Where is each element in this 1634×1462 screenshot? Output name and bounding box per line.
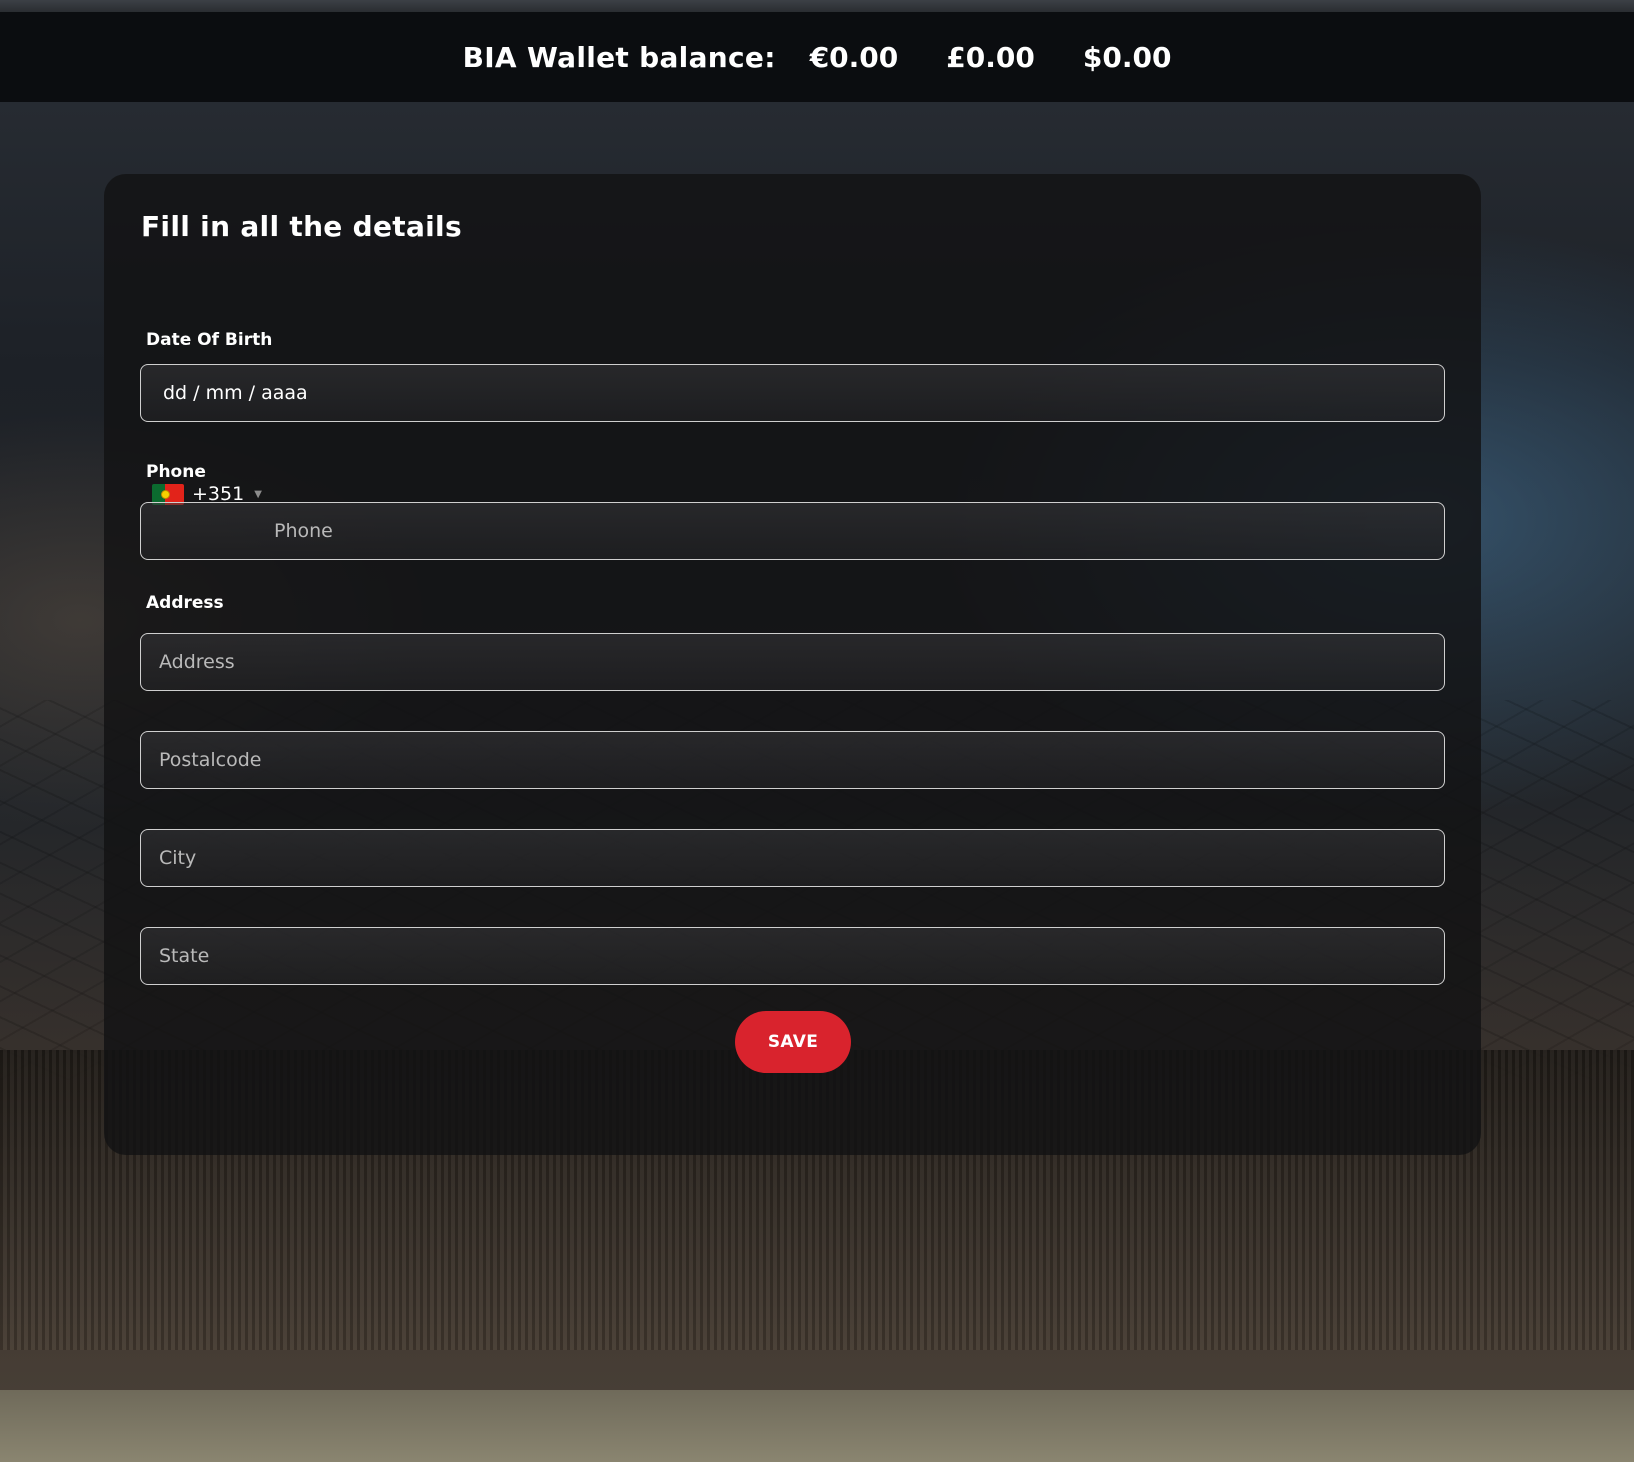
address-label: Address: [146, 593, 224, 613]
wallet-balance-gbp: £0.00: [946, 40, 1035, 74]
state-input[interactable]: State: [140, 927, 1445, 985]
background-top: [0, 0, 1634, 12]
phone-label: Phone: [146, 462, 206, 482]
dob-input[interactable]: dd / mm / aaaa: [140, 364, 1445, 422]
save-button[interactable]: SAVE: [735, 1011, 851, 1073]
phone-input[interactable]: Phone: [140, 502, 1445, 560]
phone-input-placeholder: Phone: [274, 520, 333, 542]
wallet-balance-title: BIA Wallet balance:: [462, 40, 776, 74]
dob-label: Date Of Birth: [146, 330, 273, 350]
address-input-placeholder: Address: [159, 651, 235, 673]
form-title: Fill in all the details: [141, 210, 462, 243]
wallet-balance-bar: BIA Wallet balance: €0.00 £0.00 $0.00: [0, 12, 1634, 102]
city-input[interactable]: City: [140, 829, 1445, 887]
wallet-balance-eur: €0.00: [809, 40, 899, 74]
background-field: [0, 1390, 1634, 1462]
details-form-card: Fill in all the details Date Of Birth dd…: [104, 174, 1481, 1155]
postalcode-input-placeholder: Postalcode: [159, 749, 262, 771]
postalcode-input[interactable]: Postalcode: [140, 731, 1445, 789]
chevron-down-icon: ▼: [254, 488, 262, 500]
city-input-placeholder: City: [159, 847, 197, 869]
dob-input-value: dd / mm / aaaa: [163, 382, 308, 404]
state-input-placeholder: State: [159, 945, 210, 967]
wallet-balance-usd: $0.00: [1082, 40, 1172, 74]
address-input[interactable]: Address: [140, 633, 1445, 691]
